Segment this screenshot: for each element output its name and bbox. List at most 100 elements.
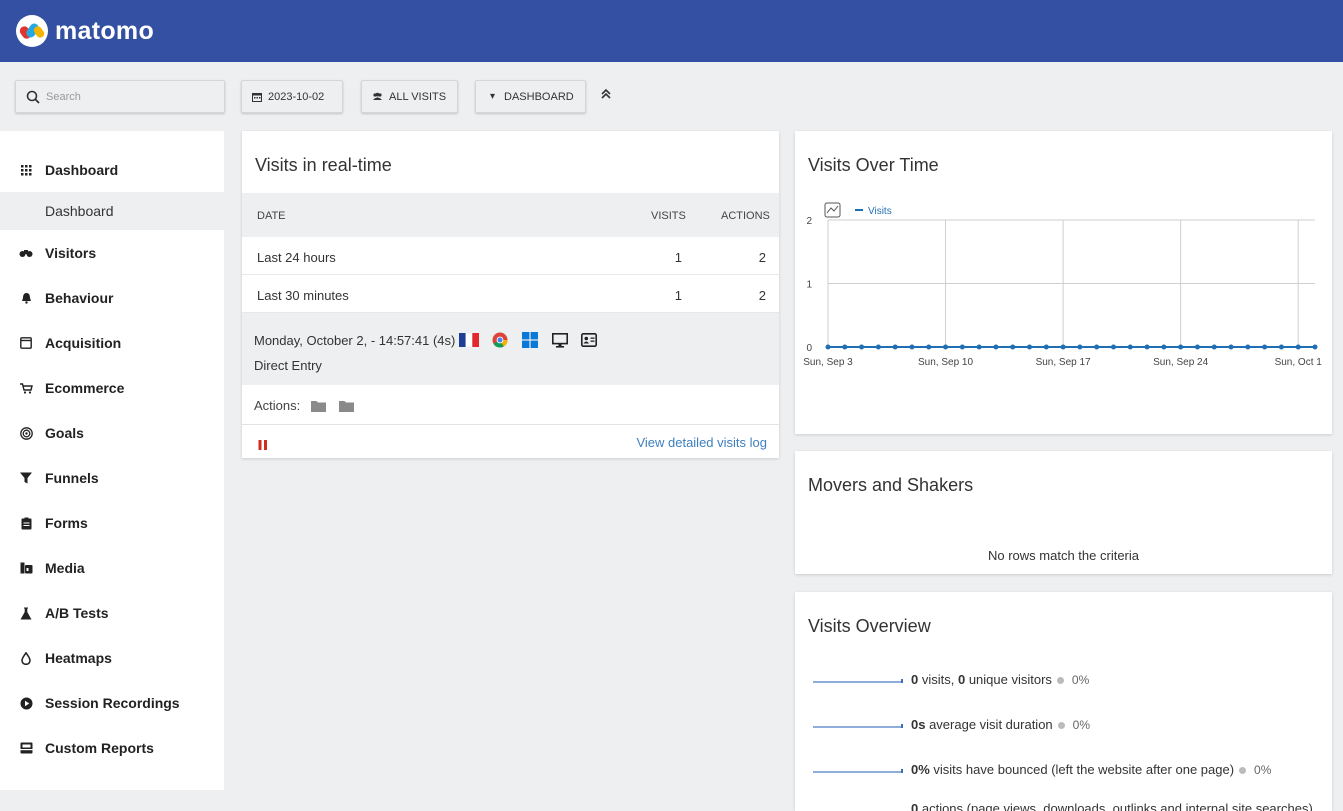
flask-icon bbox=[18, 605, 34, 621]
overview-percent: 0% bbox=[1072, 718, 1090, 732]
data-point bbox=[875, 344, 881, 350]
cart-icon bbox=[18, 380, 34, 396]
media-icon bbox=[18, 560, 34, 576]
sidebar-item-behaviour[interactable]: Behaviour bbox=[0, 283, 224, 313]
sidebar-item-label: Dashboard bbox=[45, 162, 119, 178]
sidebar-item-ecommerce[interactable]: Ecommerce bbox=[0, 373, 224, 403]
widget-title: Visits Overview bbox=[808, 616, 931, 636]
data-point bbox=[1312, 344, 1318, 350]
overview-text: visits have bounced (left the website af… bbox=[929, 762, 1235, 777]
x-tick-label: Sun, Sep 10 bbox=[918, 357, 973, 368]
sidebar-item-goals[interactable]: Goals bbox=[0, 418, 224, 448]
sidebar-item-label: Forms bbox=[45, 515, 88, 531]
actions-label: Actions: bbox=[254, 398, 301, 413]
data-point bbox=[1110, 344, 1116, 350]
empty-message: No rows match the criteria bbox=[988, 548, 1139, 563]
desktop-device-icon bbox=[552, 332, 569, 348]
visit-actions: Actions: bbox=[242, 385, 779, 425]
view-visits-log-link[interactable]: View detailed visits log bbox=[636, 435, 767, 450]
data-point bbox=[1278, 344, 1284, 350]
data-point bbox=[993, 344, 999, 350]
overview-value: 0s bbox=[911, 717, 926, 732]
folder-icon[interactable] bbox=[311, 400, 326, 415]
collapse-header-icon[interactable] bbox=[600, 87, 612, 103]
inbox-icon bbox=[18, 740, 34, 756]
column-header-date: DATE bbox=[257, 210, 286, 222]
y-tick-label: 2 bbox=[806, 216, 812, 227]
row-visits: 1 bbox=[674, 288, 682, 303]
data-point bbox=[859, 344, 865, 350]
sidebar-item-acquisition[interactable]: Acquisition bbox=[0, 328, 224, 358]
folder-icon[interactable] bbox=[339, 400, 354, 415]
matomo-logo-icon bbox=[16, 15, 48, 47]
overview-text: unique visitors bbox=[965, 672, 1052, 687]
sparkline[interactable] bbox=[813, 679, 903, 683]
data-point bbox=[1211, 344, 1217, 350]
sidebar-item-visitors[interactable]: Visitors bbox=[0, 238, 224, 268]
sidebar-item-label: Acquisition bbox=[45, 335, 122, 351]
table-row: Last 30 minutes 1 2 bbox=[242, 275, 779, 313]
data-point bbox=[943, 344, 949, 350]
realtime-widget: Visits in real-time DATE VISITS ACTIONS … bbox=[242, 131, 779, 458]
bell-icon bbox=[18, 290, 34, 306]
clipboard-icon bbox=[18, 515, 34, 531]
sidebar-item-dashboard[interactable]: Dashboard bbox=[0, 155, 224, 185]
trend-dot-icon bbox=[1057, 722, 1065, 729]
drop-icon bbox=[18, 650, 34, 666]
caret-down-icon: ▾ bbox=[490, 91, 496, 102]
chart-type-icon[interactable] bbox=[824, 202, 841, 218]
data-point bbox=[1060, 344, 1066, 350]
segment-selector-button[interactable]: ALL VISITS bbox=[361, 80, 458, 113]
matomo-logo[interactable]: matomo bbox=[16, 15, 154, 47]
trend-dot-icon bbox=[1239, 767, 1247, 774]
visit-entry[interactable]: Monday, October 2, - 14:57:41 (4s) Direc… bbox=[242, 313, 779, 385]
search-input[interactable]: Search bbox=[15, 80, 225, 113]
chrome-browser-icon bbox=[492, 332, 508, 348]
search-icon bbox=[26, 90, 40, 104]
sidebar-item-label: Ecommerce bbox=[45, 380, 125, 396]
sparkline[interactable] bbox=[813, 769, 903, 773]
sidebar-item-media[interactable]: Media bbox=[0, 553, 224, 583]
overview-value: 0% bbox=[911, 762, 930, 777]
grid-icon bbox=[18, 162, 34, 178]
sidebar-item-session-recordings[interactable]: Session Recordings bbox=[0, 688, 224, 718]
sidebar-item-funnels[interactable]: Funnels bbox=[0, 463, 224, 493]
sidebar-subitem-dashboard[interactable]: Dashboard bbox=[0, 192, 224, 230]
column-header-actions: ACTIONS bbox=[721, 210, 770, 222]
sidebar-item-label: A/B Tests bbox=[45, 605, 109, 621]
data-point bbox=[1262, 344, 1268, 350]
visitor-profile-icon[interactable] bbox=[581, 333, 598, 347]
sidebar-item-forms[interactable]: Forms bbox=[0, 508, 224, 538]
flag-france-icon bbox=[459, 333, 480, 347]
overview-percent: 0% bbox=[1254, 763, 1272, 777]
dashboard-menu-button[interactable]: ▾ DASHBOARD bbox=[475, 80, 586, 113]
row-actions: 2 bbox=[758, 288, 766, 303]
data-point bbox=[1010, 344, 1016, 350]
sparkline[interactable] bbox=[813, 724, 903, 728]
widget-title: Movers and Shakers bbox=[808, 475, 974, 495]
users-icon bbox=[372, 92, 383, 101]
table-header: DATE VISITS ACTIONS bbox=[242, 193, 779, 237]
data-point bbox=[1043, 344, 1049, 350]
data-point bbox=[825, 344, 831, 350]
sidebar-item-custom-reports[interactable]: Custom Reports bbox=[0, 733, 224, 763]
visit-referrer: Direct Entry bbox=[254, 358, 322, 373]
data-point bbox=[1127, 344, 1133, 350]
date-selector-button[interactable]: 2023-10-02 bbox=[241, 80, 343, 113]
sidebar-item-ab-tests[interactable]: A/B Tests bbox=[0, 598, 224, 628]
date-label: 2023-10-02 bbox=[268, 90, 325, 103]
data-point bbox=[976, 344, 982, 350]
sidebar-item-label: Goals bbox=[45, 425, 84, 441]
target-icon bbox=[18, 425, 34, 441]
window-icon bbox=[18, 335, 34, 351]
pause-icon[interactable] bbox=[258, 437, 268, 455]
sidebar-item-label: Session Recordings bbox=[45, 695, 180, 711]
overview-text: visits, bbox=[918, 672, 958, 687]
sidebar-item-label: Visitors bbox=[45, 245, 97, 261]
brand-name: matomo bbox=[55, 16, 155, 45]
binoculars-icon bbox=[18, 245, 34, 261]
sidebar: Dashboard Dashboard Visitors Behaviour A… bbox=[0, 131, 224, 790]
sidebar-item-heatmaps[interactable]: Heatmaps bbox=[0, 643, 224, 673]
data-point bbox=[1194, 344, 1200, 350]
row-date: Last 30 minutes bbox=[257, 288, 349, 303]
